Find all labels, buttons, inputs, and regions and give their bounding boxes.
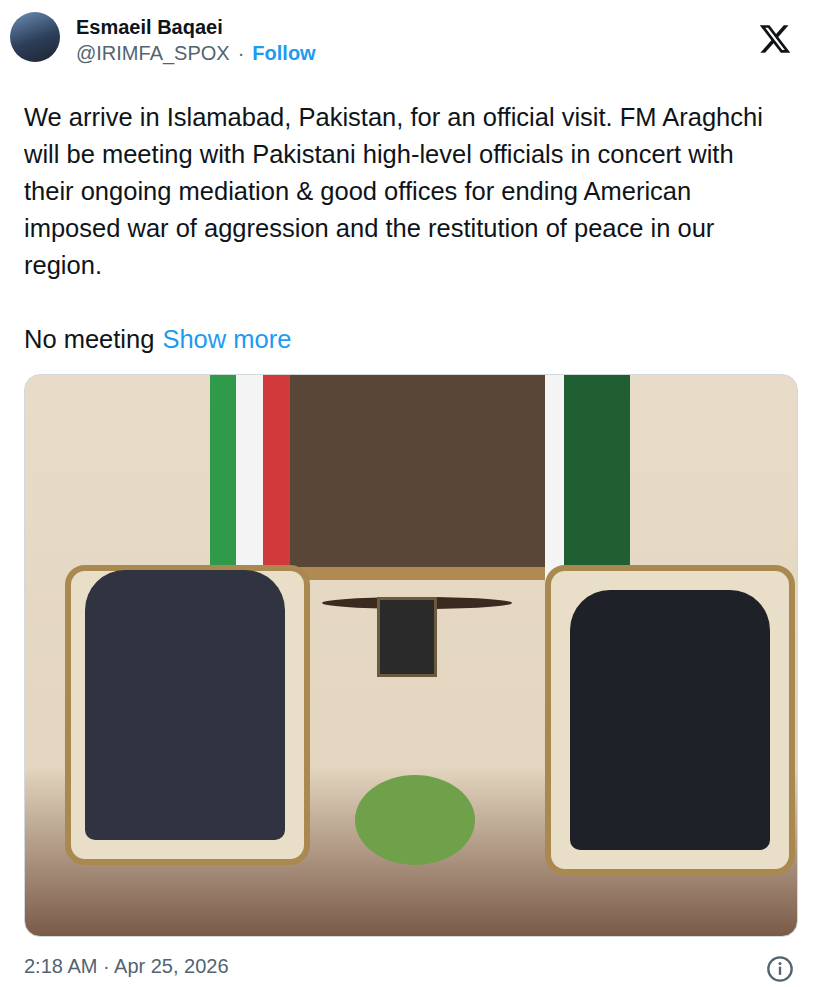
- plant: [355, 775, 475, 865]
- author-line: @IRIMFA_SPOX · Follow: [76, 40, 742, 66]
- author-info: Esmaeil Baqaei@IRIMFA_SPOX · Follow: [76, 10, 742, 66]
- post-footer: 2:18 AM · Apr 25, 2026: [24, 951, 798, 981]
- author-handle[interactable]: @IRIMFA_SPOX: [76, 40, 230, 66]
- truncated-text: No meeting: [24, 321, 154, 358]
- painting: [283, 375, 551, 567]
- author-name[interactable]: Esmaeil Baqaei: [76, 14, 742, 40]
- post-text-more: No meetingShow more: [24, 321, 798, 358]
- post-text: We arrive in Islamabad, Pakistan, for an…: [24, 99, 798, 284]
- left-person: [85, 570, 285, 840]
- show-more-link[interactable]: Show more: [162, 321, 291, 358]
- portrait-frame: [377, 597, 437, 677]
- avatar[interactable]: [10, 12, 60, 62]
- x-logo-icon[interactable]: [758, 22, 792, 56]
- post-header: Esmaeil Baqaei@IRIMFA_SPOX · Follow: [24, 10, 798, 88]
- separator: ·: [238, 40, 245, 66]
- follow-button[interactable]: Follow: [252, 40, 315, 66]
- info-icon[interactable]: [766, 952, 794, 980]
- post-photo[interactable]: [24, 374, 798, 937]
- timestamp[interactable]: 2:18 AM · Apr 25, 2026: [24, 951, 229, 981]
- right-person: [570, 590, 770, 850]
